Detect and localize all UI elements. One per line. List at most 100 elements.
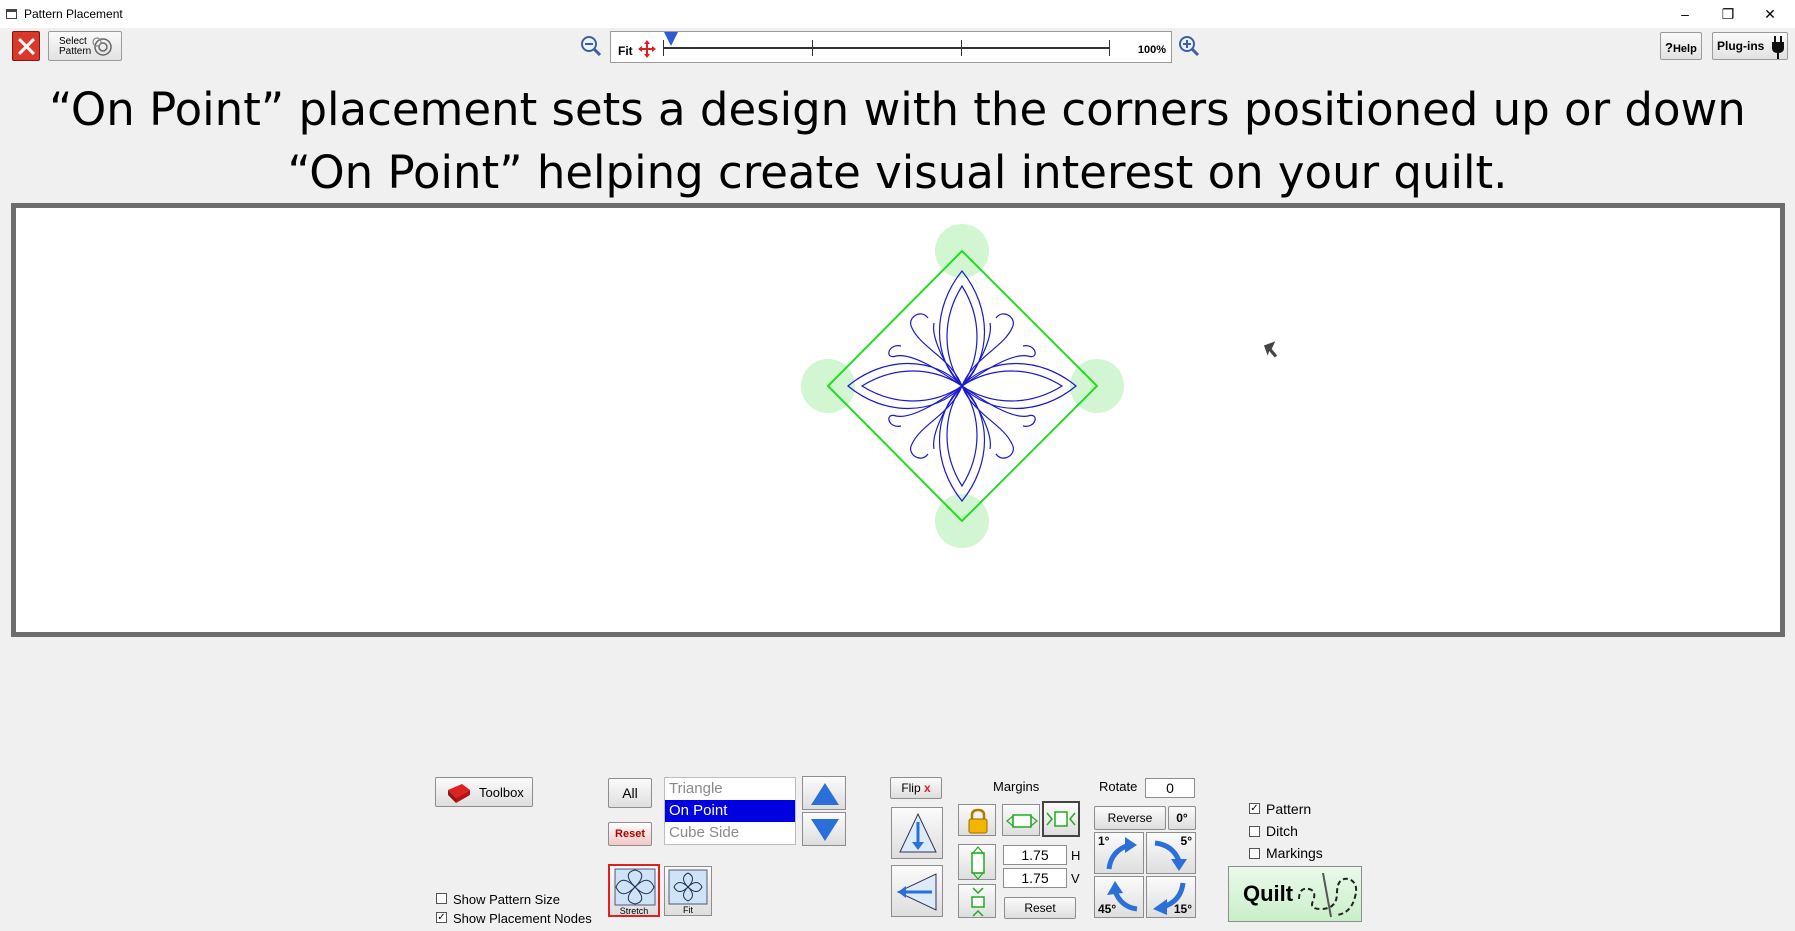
quilt-stitch-icon [1298,872,1358,918]
help-label: Help [1672,43,1697,55]
vertical-margin-icon [971,846,985,880]
placement-option-selected[interactable]: On Point [665,800,795,822]
arrow-up-icon [811,783,839,805]
quilt-button[interactable]: Quilt [1228,866,1362,922]
pattern-checkbox[interactable]: ✓ [1249,803,1260,814]
slider-tick [1109,40,1110,56]
rotate-1-button[interactable]: 1° [1094,832,1144,874]
toolbox-button[interactable]: Toolbox [435,777,533,807]
quilt-label: Quilt [1243,881,1294,906]
zoom-slider-track[interactable] [663,40,1110,56]
headline: “On Point” placement sets a design with … [0,78,1795,204]
flip-horizontal-button[interactable] [891,865,943,917]
margin-inward-button[interactable] [1042,801,1080,837]
select-pattern-icon [92,37,112,56]
zoom-in-icon[interactable] [1178,35,1200,57]
slider-tick [961,40,962,56]
toolbar: Select Pattern Fit 100% ?Help Plug-ins [0,28,1795,68]
plug-icon [1772,36,1784,59]
margin-v-label: V [1071,871,1080,886]
slider-tick [812,40,813,56]
reset-placement-button[interactable]: Reset [608,822,652,846]
pattern-preview [801,224,1278,548]
rotate-input[interactable]: 0 [1145,778,1195,798]
window-title: Pattern Placement [24,7,123,21]
select-pattern-button[interactable]: Select Pattern [48,31,122,61]
zoom-out-icon[interactable] [580,35,602,57]
rotate-1-label: 1° [1098,834,1110,848]
markings-checkbox[interactable] [1249,848,1260,859]
stretch-button[interactable]: Stretch [608,864,660,917]
flip-button[interactable]: Flip x [890,777,942,799]
margins-label: Margins [993,779,1040,794]
rotate-45-button[interactable]: 45° [1094,876,1144,918]
horizontal-margin-icon [1006,814,1038,828]
help-icon: ? [1665,40,1673,55]
reverse-button[interactable]: Reverse [1094,806,1166,830]
placement-option[interactable]: Triangle [665,778,795,800]
fit-label: Fit [683,905,693,915]
close-pattern-button[interactable] [12,31,40,61]
show-placement-nodes-checkbox[interactable]: ✓ [436,912,447,923]
zoom-fit-label: Fit [618,44,633,58]
ditch-checkbox-label: Ditch [1266,823,1298,839]
placement-type-list[interactable]: Triangle On Point Cube Side [664,777,796,845]
zoom-max-label: 100% [1137,44,1166,56]
flip-mark: x [924,781,931,795]
restore-button[interactable]: ❐ [1708,4,1748,24]
margin-horizontal-button[interactable] [1002,804,1040,836]
vertical-inward-margin-icon [971,887,985,917]
show-pattern-size-checkbox[interactable] [436,893,447,904]
rotate-5-button[interactable]: 5° [1146,832,1196,874]
list-up-button[interactable] [802,776,846,810]
rotate-zero-button[interactable]: 0° [1168,806,1196,830]
window-close-button[interactable]: ✕ [1750,4,1790,24]
rotate-15-label: 15° [1173,902,1192,916]
plugins-button[interactable]: Plug-ins [1712,32,1788,60]
placement-canvas[interactable] [11,203,1785,637]
margin-vertical-inward-button[interactable] [958,884,996,918]
rotate-label: Rotate [1099,779,1138,794]
rotate-15-button[interactable]: 15° [1146,876,1196,918]
flip-horizontal-icon [896,873,937,911]
fit-button[interactable]: Fit [664,866,712,916]
margin-lock-button[interactable] [958,804,996,836]
list-down-button[interactable] [802,812,846,846]
margin-h-input[interactable]: 1.75 [1003,845,1067,865]
app-icon [6,9,17,19]
lock-icon [968,808,988,834]
pattern-checkbox-label: Pattern [1266,801,1312,817]
fit-icon [668,869,708,905]
flip-vertical-button[interactable] [891,807,943,859]
show-pattern-size-label: Show Pattern Size [453,892,560,907]
rotate-45-label: 45° [1098,902,1117,916]
pattern-placement-window: Pattern Placement – ❐ ✕ Select Pattern F… [0,0,1795,931]
margins-reset-button[interactable]: Reset [1004,897,1076,919]
flip-vertical-icon [899,812,937,853]
margin-h-label: H [1071,848,1081,863]
zoom-slider[interactable]: Fit 100% [610,31,1172,63]
inward-margin-icon [1046,811,1076,827]
placement-option[interactable]: Cube Side [665,822,795,844]
window-title-bar: Pattern Placement – ❐ ✕ [0,0,1795,28]
arrow-down-icon [811,819,839,841]
ditch-checkbox[interactable] [1249,826,1260,837]
toolbox-icon [448,784,470,803]
flip-label: Flip [901,781,921,795]
headline-line1: “On Point” placement sets a design with … [49,83,1746,136]
margin-vertical-button[interactable] [958,844,996,880]
all-button[interactable]: All [608,778,652,808]
flower-pattern [847,270,1077,502]
stretch-icon [614,868,656,906]
stretch-label: Stretch [619,906,649,916]
headline-line2: “On Point” helping create visual interes… [287,146,1508,199]
zoom-slider-thumb[interactable] [664,32,678,46]
plugins-label: Plug-ins [1717,39,1765,53]
help-button[interactable]: ?Help [1660,32,1702,60]
toolbox-label: Toolbox [479,785,524,800]
show-placement-nodes-label: Show Placement Nodes [453,911,592,926]
margin-v-input[interactable]: 1.75 [1003,868,1067,888]
move-icon[interactable] [637,39,657,59]
mouse-cursor [1263,341,1278,358]
minimize-button[interactable]: – [1665,4,1705,24]
